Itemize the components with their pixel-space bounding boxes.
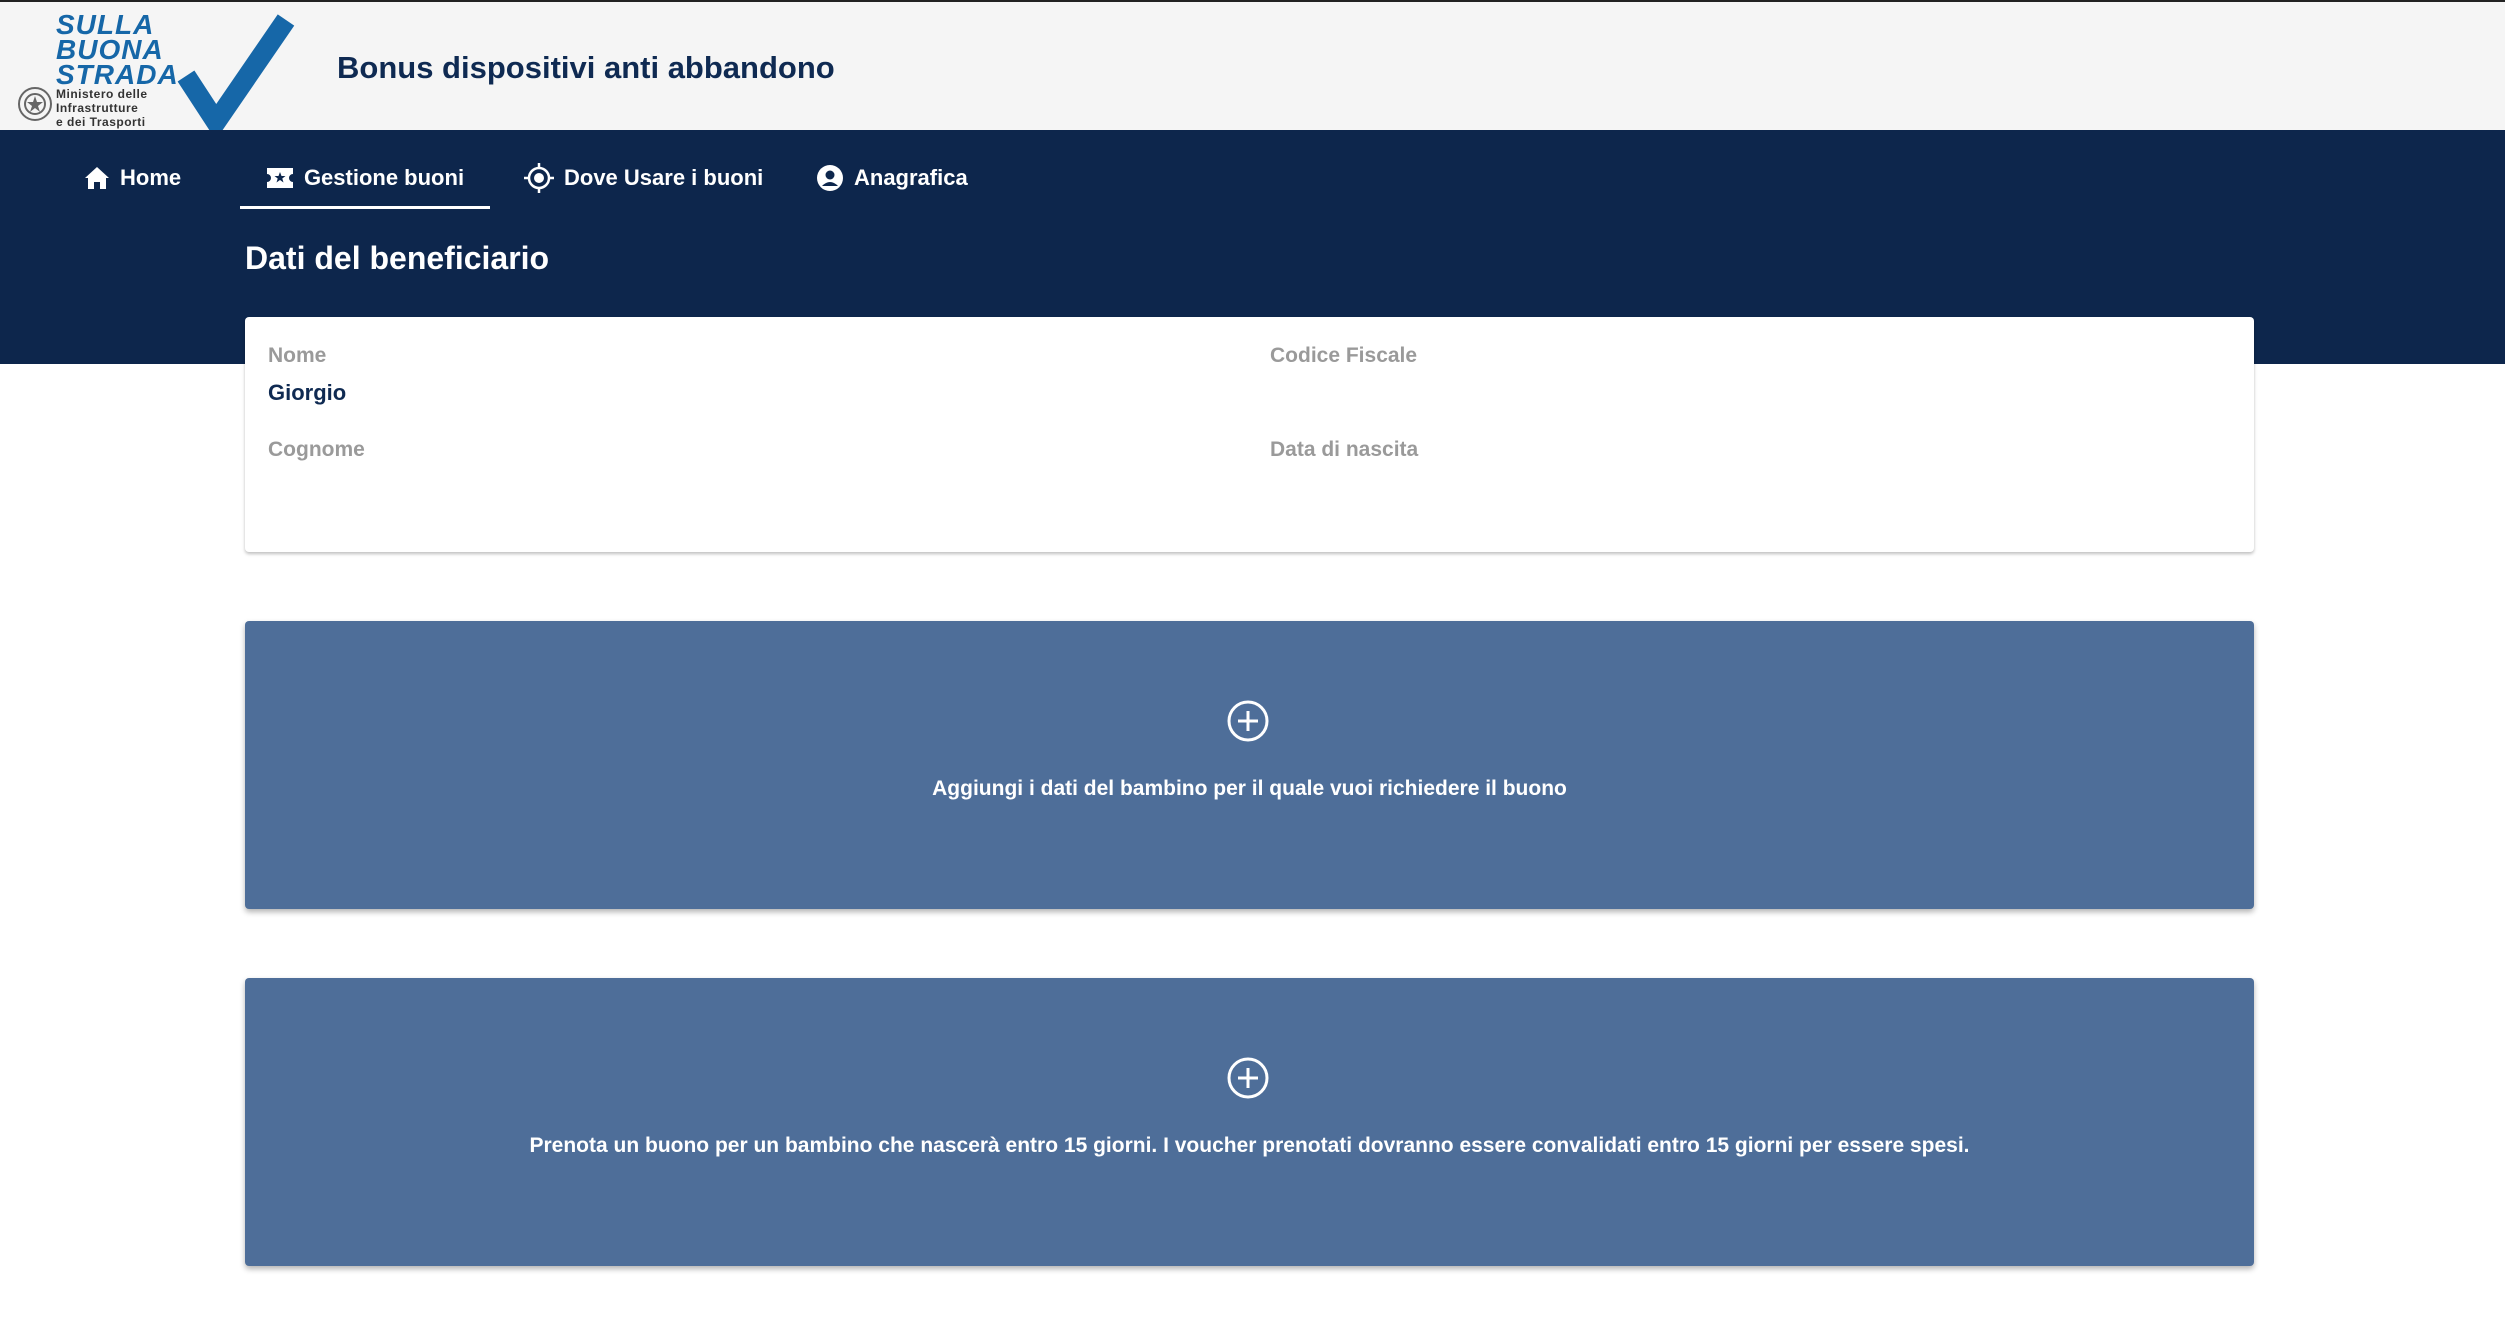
logo-wordmark: SULLA BUONA STRADA [56,9,179,90]
nav-item-dove-usare[interactable]: Dove Usare i buoni [524,150,763,206]
nav-item-home[interactable]: Home [84,150,181,206]
page-title: Dati del beneficiario [245,240,550,276]
data-nascita-field: Data di nascita [1270,438,1418,474]
nome-value: Giorgio [268,380,347,405]
nav-item-label: Anagrafica [854,165,968,190]
prenota-buono-text: Prenota un buono per un bambino che nasc… [529,1134,1970,1157]
nav-item-label: Dove Usare i buoni [564,165,764,190]
plus-circle-icon[interactable] [1226,1056,1270,1100]
nav-item-gestione-buoni[interactable]: Gestione buoni [240,150,490,209]
sulla-buona-strada-logo[interactable]: SULLA BUONA STRADA Ministero delle Infra… [14,8,304,130]
nav-item-anagrafica[interactable]: Anagrafica [816,150,968,206]
ministry-caption: Ministero delle Infrastrutture e dei Tra… [56,87,148,129]
nome-label: Nome [268,344,327,367]
republic-emblem-icon [18,87,52,121]
app-title: Bonus dispositivi anti abbandono [337,50,835,85]
user-circle-icon [817,165,843,191]
beneficiary-info-card: Nome Giorgio Codice Fiscale Cognome Data… [245,317,2254,552]
codice-fiscale-label: Codice Fiscale [1270,344,1418,367]
codice-fiscale-field: Codice Fiscale [1270,344,1417,380]
add-child-card[interactable]: Aggiungi i dati del bambino per il quale… [245,621,2254,909]
ticket-icon [266,168,293,188]
cognome-label: Cognome [268,438,365,461]
checkmark-logo-icon [177,14,295,130]
cognome-field: Cognome [268,438,365,474]
data-nascita-label: Data di nascita [1270,438,1419,461]
nav-item-label: Gestione buoni [303,165,465,190]
prenota-buono-card[interactable]: Prenota un buono per un bambino che nasc… [245,978,2254,1266]
home-icon [85,167,109,189]
plus-circle-icon[interactable] [1226,699,1270,743]
location-target-icon [524,163,554,193]
nome-field: Nome Giorgio [268,344,346,406]
header: SULLA BUONA STRADA Ministero delle Infra… [0,0,2505,130]
add-child-text: Aggiungi i dati del bambino per il quale… [932,777,1567,800]
nav-item-label: Home [120,165,182,190]
